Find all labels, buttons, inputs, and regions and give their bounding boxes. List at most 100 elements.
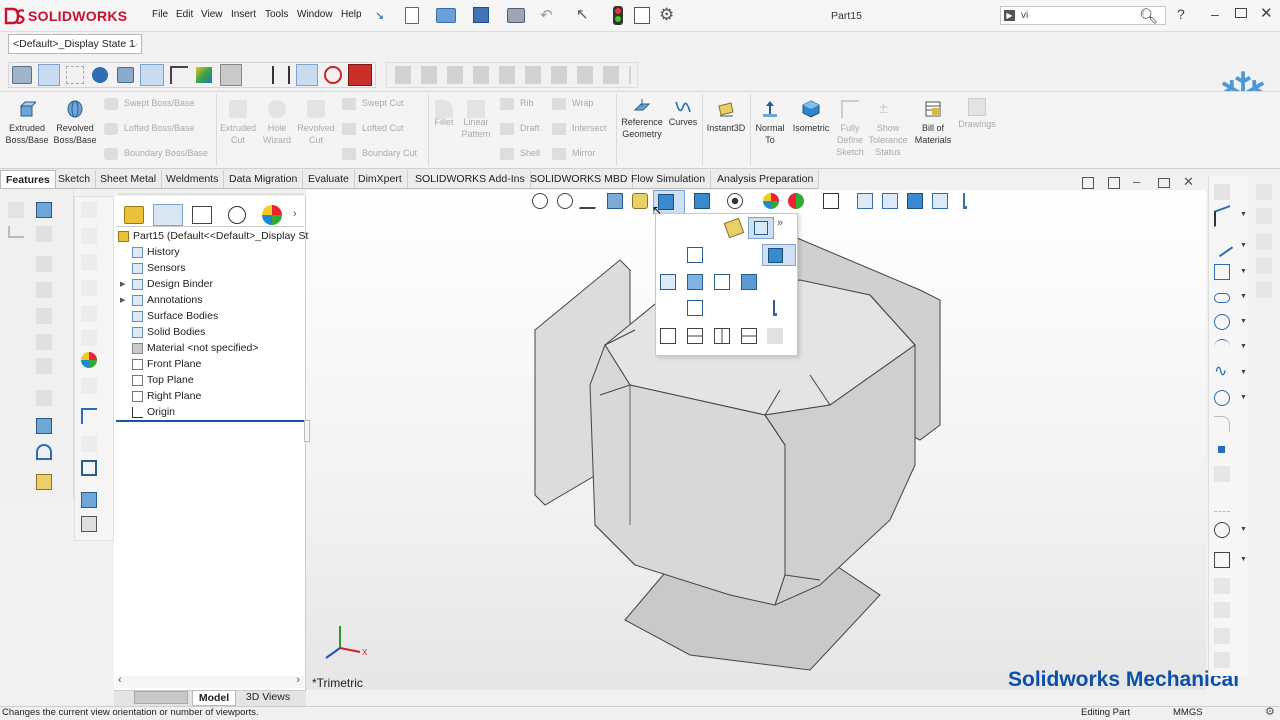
filter-annotations-icon[interactable] [220, 64, 242, 86]
flyout-arrow-icon[interactable]: ▼ [1240, 556, 1247, 563]
sketch-offset-icon[interactable] [1214, 522, 1230, 538]
linear-pattern-button[interactable]: Linear Pattern [458, 96, 494, 148]
flyout-arrow-icon[interactable]: ▼ [1240, 369, 1247, 376]
sketch-3d-icon[interactable] [1214, 552, 1230, 568]
shell-shortcut-icon[interactable] [36, 282, 52, 298]
view-left-icon[interactable] [660, 274, 676, 290]
shell-button[interactable]: Shell [500, 147, 546, 162]
view-front-icon[interactable] [687, 274, 703, 290]
tab-evaluate[interactable]: Evaluate [303, 170, 355, 188]
feature-manager-tab-icon[interactable] [124, 206, 144, 224]
fillet-button[interactable]: Fillet [430, 96, 458, 148]
single-view-icon[interactable] [660, 328, 676, 344]
filter-planes-icon[interactable] [296, 64, 318, 86]
view-bottom-icon[interactable] [687, 300, 703, 316]
flyout-arrow-icon[interactable]: ▼ [1240, 394, 1247, 401]
filter-dimensions-icon[interactable] [272, 66, 290, 84]
filter-welds-icon[interactable] [324, 66, 342, 84]
tab-3d-views[interactable]: 3D Views [240, 690, 296, 706]
viewport-minimize-icon[interactable]: – [1133, 174, 1140, 189]
revolved-cut-button[interactable]: Revolved Cut [296, 96, 336, 148]
view-top-icon[interactable] [882, 193, 898, 209]
tree-root[interactable]: Part15 (Default<<Default>_Display St [133, 228, 308, 244]
menu-view[interactable]: View [201, 9, 223, 20]
mirror-entities-icon[interactable] [1214, 602, 1230, 618]
filter-surfaces-icon[interactable] [140, 64, 164, 86]
sketch-slot-icon[interactable] [1214, 293, 1230, 303]
scroll-left-icon[interactable]: ‹ [118, 674, 122, 686]
tab-data-migration[interactable]: Data Migration [224, 170, 304, 188]
flyout-more-icon[interactable]: » [777, 217, 783, 229]
status-units[interactable]: MMGS [1173, 707, 1203, 718]
boundary-cut-button[interactable]: Boundary Cut [342, 147, 426, 162]
show-tolerance-status-button[interactable]: ± Show Tolerance Status [868, 96, 908, 160]
tree-item-top-plane[interactable]: Top Plane [118, 372, 194, 388]
coordinate-system-icon[interactable] [81, 408, 97, 424]
sketch-fillet-icon[interactable] [1214, 416, 1230, 432]
view-right-icon[interactable] [932, 193, 948, 209]
shortcut-icon-f[interactable] [81, 330, 97, 346]
display-manager-tab-icon[interactable] [262, 205, 282, 225]
fillet-shortcut-icon[interactable] [36, 308, 52, 324]
flyout-isometric-active[interactable] [762, 244, 796, 266]
view-right-icon[interactable] [714, 274, 730, 290]
instant3d-shortcut-icon[interactable] [36, 474, 52, 490]
pattern-shortcut-icon[interactable] [36, 358, 52, 374]
pin-icon[interactable]: ↘ [375, 9, 385, 22]
panel-splitter-handle[interactable] [304, 420, 310, 442]
minimize-icon[interactable]: – [1211, 6, 1219, 22]
task-pane-explorer-icon[interactable] [1256, 234, 1272, 250]
zoom-to-area-icon[interactable] [557, 193, 573, 209]
help-icon[interactable]: ? [1177, 6, 1185, 22]
task-pane-appearance-icon[interactable] [1256, 282, 1272, 298]
options-gear-icon[interactable]: ⚙ [659, 5, 679, 25]
flyout-arrow-icon[interactable]: ▼ [1240, 242, 1247, 249]
scroll-right-icon[interactable]: › [296, 674, 300, 686]
tree-item-front-plane[interactable]: Front Plane [118, 356, 201, 372]
customize-icon[interactable]: ⚙ [1265, 705, 1275, 718]
flyout-arrow-icon[interactable]: ▼ [1240, 293, 1247, 300]
undo-icon[interactable]: ↶ [540, 6, 558, 24]
zoom-to-fit-icon[interactable] [532, 193, 548, 209]
property-manager-tab-icon[interactable] [153, 204, 183, 226]
view-top-icon[interactable] [687, 247, 703, 263]
flyout-arrow-icon[interactable]: ▼ [1240, 211, 1247, 218]
restore-icon[interactable] [1235, 8, 1247, 18]
print-icon[interactable] [507, 8, 525, 23]
viewport-maximize-icon[interactable] [1158, 178, 1170, 188]
instant3d-button[interactable]: Instant3D [704, 96, 748, 148]
extruded-boss-button[interactable]: Extruded Boss/Base [4, 96, 50, 148]
tab-dimxpert[interactable]: DimXpert [353, 170, 408, 188]
flyout-arrow-icon[interactable]: ▼ [1240, 318, 1247, 325]
curves-button[interactable]: Curves [666, 96, 700, 148]
swept-boss-button[interactable]: Swept Boss/Base [104, 97, 212, 112]
menu-file[interactable]: File [152, 9, 168, 20]
tree-item-right-plane[interactable]: Right Plane [118, 388, 201, 404]
curve-shortcut-icon[interactable] [36, 444, 52, 460]
dimxpert-manager-tab-icon[interactable] [228, 206, 246, 224]
sketch-centerline-icon[interactable] [1214, 496, 1230, 512]
smart-dimension-icon[interactable] [1214, 184, 1230, 200]
fully-define-sketch-button[interactable]: Fully Define Sketch [832, 96, 868, 160]
extruded-cut-button[interactable]: Extruded Cut [218, 96, 258, 148]
panel-tabs-more-icon[interactable]: › [293, 208, 297, 220]
hide-show-items-icon[interactable] [727, 193, 743, 209]
menu-insert[interactable]: Insert [231, 9, 256, 20]
sketch-plane-icon[interactable] [8, 202, 24, 218]
draft-shortcut-icon[interactable] [36, 334, 52, 350]
close-icon[interactable]: ✕ [1260, 4, 1273, 22]
tab-weldments[interactable]: Weldments [161, 170, 225, 188]
view-settings-icon[interactable] [823, 193, 839, 209]
rib-button[interactable]: Rib [500, 97, 546, 112]
drawings-button[interactable]: Drawings [956, 96, 998, 148]
shortcut-icon-a[interactable] [81, 202, 97, 218]
edit-appearance-icon[interactable] [763, 193, 779, 209]
select-arrow-icon[interactable]: ↖ [576, 5, 590, 25]
menu-tools[interactable]: Tools [265, 9, 288, 20]
shortcut-icon-h[interactable] [81, 436, 97, 452]
tab-solidworks-mbd[interactable]: SOLIDWORKS MBD [525, 170, 634, 188]
viewport-tile-icon[interactable] [1108, 177, 1120, 189]
open-folder-icon[interactable] [436, 8, 456, 23]
tree-item-history[interactable]: History [118, 244, 180, 260]
tree-item-solid-bodies[interactable]: Solid Bodies [118, 324, 205, 340]
